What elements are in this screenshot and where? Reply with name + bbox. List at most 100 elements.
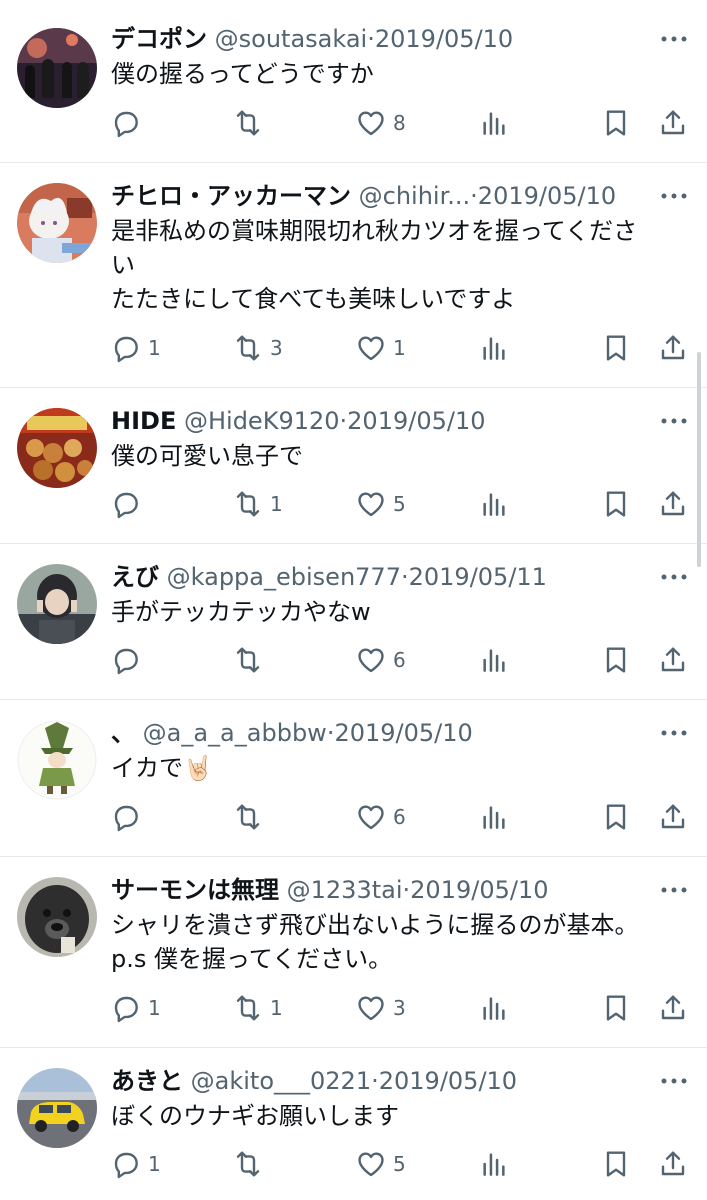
- share-button[interactable]: [657, 484, 689, 524]
- tweet[interactable]: あきと @akito___0221·2019/05/10 ぼくのウナギお願いしま…: [0, 1048, 707, 1200]
- tweet-date[interactable]: 2019/05/10: [347, 407, 485, 435]
- display-name[interactable]: HIDE: [111, 407, 176, 435]
- like-count: 3: [393, 996, 406, 1020]
- reply-button[interactable]: [110, 640, 148, 680]
- bookmark-button[interactable]: [600, 1144, 632, 1184]
- retweet-button[interactable]: 1: [232, 988, 283, 1028]
- like-count: 1: [393, 336, 406, 360]
- more-icon[interactable]: [659, 560, 689, 594]
- display-name[interactable]: あきと: [111, 1067, 183, 1095]
- more-icon[interactable]: [659, 404, 689, 438]
- avatar[interactable]: [17, 408, 97, 488]
- tweet-text: イカで🤘🏻: [111, 754, 213, 782]
- avatar[interactable]: [17, 877, 97, 957]
- avatar[interactable]: [17, 28, 97, 108]
- more-icon[interactable]: [659, 873, 689, 907]
- retweet-button[interactable]: 3: [232, 328, 283, 368]
- tweet[interactable]: えび @kappa_ebisen777·2019/05/11 手がテッカテッカや…: [0, 544, 707, 700]
- avatar[interactable]: [17, 1068, 97, 1148]
- display-name[interactable]: デコポン: [111, 25, 207, 53]
- like-button[interactable]: 5: [355, 1144, 406, 1184]
- display-name[interactable]: 、: [111, 719, 135, 747]
- like-button[interactable]: 3: [355, 988, 406, 1028]
- retweet-button[interactable]: [232, 103, 270, 143]
- retweet-count: 1: [270, 492, 283, 516]
- tweet[interactable]: 、 @a_a_a_abbbw·2019/05/10 イカで🤘🏻 6: [0, 700, 707, 857]
- share-button[interactable]: [657, 640, 689, 680]
- user-handle[interactable]: @chihir...: [359, 182, 471, 210]
- bookmark-icon: [600, 801, 632, 833]
- bookmark-button[interactable]: [600, 988, 632, 1028]
- user-handle[interactable]: @soutasakai: [215, 25, 368, 53]
- reply-button[interactable]: 1: [110, 328, 161, 368]
- bookmark-button[interactable]: [600, 640, 632, 680]
- retweet-count: 3: [270, 336, 283, 360]
- avatar[interactable]: [17, 564, 97, 644]
- reply-button[interactable]: [110, 797, 148, 837]
- user-handle[interactable]: @akito___0221: [191, 1067, 371, 1095]
- like-button[interactable]: 1: [355, 328, 406, 368]
- user-handle[interactable]: @1233tai: [287, 876, 403, 904]
- share-button[interactable]: [657, 103, 689, 143]
- like-count: 6: [393, 648, 406, 672]
- separator: ·: [339, 407, 348, 435]
- heart-icon: [355, 644, 387, 676]
- retweet-button[interactable]: [232, 1144, 270, 1184]
- reply-button[interactable]: [110, 103, 148, 143]
- avatar[interactable]: [17, 720, 97, 800]
- user-handle[interactable]: @a_a_a_abbbw: [143, 719, 327, 747]
- retweet-button[interactable]: 1: [232, 484, 283, 524]
- retweet-icon: [232, 992, 264, 1024]
- tweet-date[interactable]: 2019/05/10: [478, 182, 616, 210]
- reply-button[interactable]: 1: [110, 1144, 161, 1184]
- separator: ·: [367, 25, 375, 53]
- tweet[interactable]: チヒロ・アッカーマン @chihir...·2019/05/10 是非私めの賞味…: [0, 163, 707, 388]
- tweet-date[interactable]: 2019/05/10: [379, 1067, 517, 1095]
- user-handle[interactable]: @kappa_ebisen777: [167, 563, 401, 591]
- tweet-text: ぼくのウナギお願いします: [111, 1102, 399, 1130]
- bookmark-button[interactable]: [600, 103, 632, 143]
- more-icon[interactable]: [659, 1064, 689, 1098]
- display-name[interactable]: サーモンは無理: [111, 876, 279, 904]
- like-button[interactable]: 5: [355, 484, 406, 524]
- share-button[interactable]: [657, 328, 689, 368]
- tweet[interactable]: HIDE @HideK9120·2019/05/10 僕の可愛い息子で 1 5: [0, 388, 707, 544]
- more-icon[interactable]: [659, 179, 689, 213]
- reply-button[interactable]: 1: [110, 988, 161, 1028]
- like-button[interactable]: 8: [355, 103, 406, 143]
- display-name[interactable]: えび: [111, 563, 159, 591]
- more-icon[interactable]: [659, 22, 689, 56]
- tweet[interactable]: デコポン @soutasakai·2019/05/10 僕の握るってどうですか …: [0, 0, 707, 163]
- views-button[interactable]: [478, 797, 510, 837]
- like-button[interactable]: 6: [355, 640, 406, 680]
- avatar[interactable]: [17, 183, 97, 263]
- tweet-date[interactable]: 2019/05/10: [375, 25, 513, 53]
- share-button[interactable]: [657, 797, 689, 837]
- retweet-icon: [232, 801, 264, 833]
- views-button[interactable]: [478, 103, 510, 143]
- retweet-button[interactable]: [232, 797, 270, 837]
- like-button[interactable]: 6: [355, 797, 406, 837]
- scrollbar[interactable]: [697, 352, 701, 567]
- views-button[interactable]: [478, 1144, 510, 1184]
- views-button[interactable]: [478, 328, 510, 368]
- retweet-button[interactable]: [232, 640, 270, 680]
- tweet-date[interactable]: 2019/05/10: [334, 719, 472, 747]
- bookmark-button[interactable]: [600, 484, 632, 524]
- tweet-text: 是非私めの賞味期限切れ秋カツオを握ってくださ い たたきにして食べても美味しいで…: [111, 217, 638, 313]
- user-handle[interactable]: @HideK9120: [184, 407, 340, 435]
- bookmark-button[interactable]: [600, 797, 632, 837]
- display-name[interactable]: チヒロ・アッカーマン: [111, 182, 351, 210]
- tweet-date[interactable]: 2019/05/10: [410, 876, 548, 904]
- views-icon: [478, 992, 510, 1024]
- tweet[interactable]: サーモンは無理 @1233tai·2019/05/10 シャリを潰さず飛び出ない…: [0, 857, 707, 1048]
- reply-button[interactable]: [110, 484, 148, 524]
- share-button[interactable]: [657, 1144, 689, 1184]
- more-icon[interactable]: [659, 716, 689, 750]
- views-button[interactable]: [478, 988, 510, 1028]
- share-button[interactable]: [657, 988, 689, 1028]
- bookmark-button[interactable]: [600, 328, 632, 368]
- tweet-date[interactable]: 2019/05/11: [409, 563, 547, 591]
- views-button[interactable]: [478, 640, 510, 680]
- views-button[interactable]: [478, 484, 510, 524]
